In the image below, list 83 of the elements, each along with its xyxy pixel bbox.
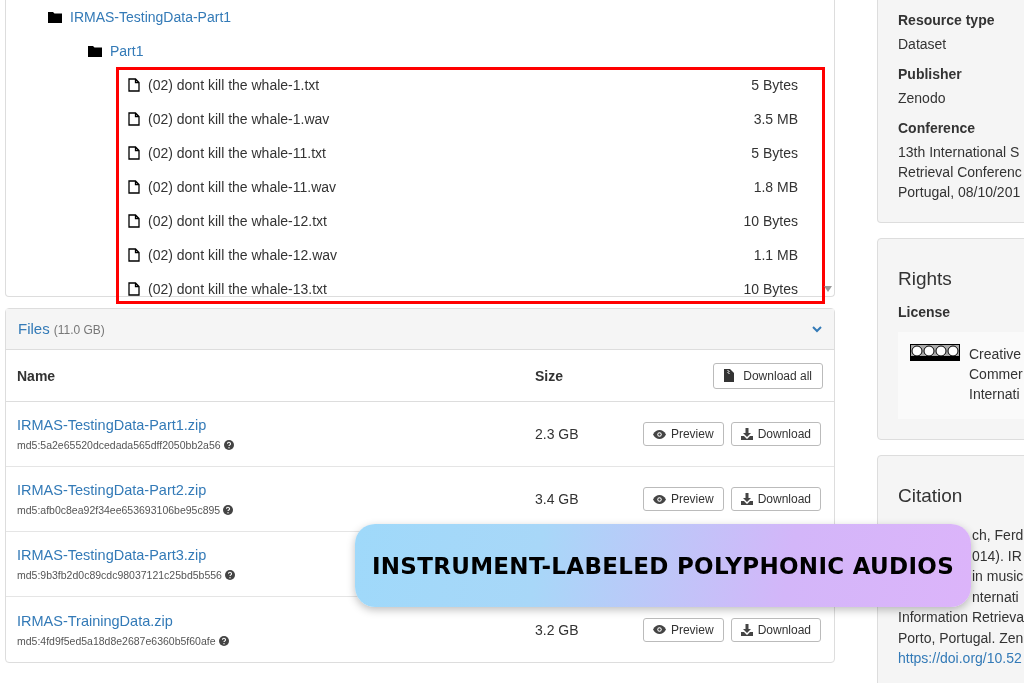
file-link[interactable]: IRMAS-TrainingData.zip [17,612,173,629]
download-button[interactable]: Download [730,617,821,642]
help-icon[interactable] [223,440,234,450]
file-icon [128,146,140,160]
file-icon [128,282,140,296]
folder-icon [88,45,102,57]
detail-value: Dataset [898,35,948,54]
download-icon [740,623,753,636]
folder-icon [48,11,62,23]
eye-icon [652,625,666,634]
chevron-icon[interactable] [812,325,822,333]
file-size: 1.8 MB [753,179,798,195]
doi-link[interactable]: https://doi.org/10.52 [898,650,1022,666]
files-title[interactable]: Files [18,320,50,337]
file-size: 1.1 MB [753,247,798,263]
file-icon [724,369,735,382]
file-size: 10 Bytes [743,213,798,229]
folder-link[interactable]: IRMAS-TestingData-Part1 [70,9,232,25]
file-icon [128,248,140,262]
file-size: 3.2 GB [535,621,579,638]
md5-checksum: md5:9b3fb2d0c89cdc98037121c25bd5b556 [17,569,222,581]
detail-value: Zenodo [898,89,947,108]
file-icon [128,214,140,228]
file-icon [128,180,140,194]
citation-title: Citation [898,485,964,507]
file-name: (02) dont kill the whale-11.wav [148,179,338,195]
file-name: (02) dont kill the whale-12.txt [148,213,328,229]
detail-label: Conference [898,119,977,138]
file-size: 3.4 GB [535,491,579,507]
help-icon[interactable] [218,635,229,646]
file-link[interactable]: IRMAS-TestingData-Part1.zip [17,417,207,433]
download-all-button[interactable]: Download all [713,362,823,389]
download-button[interactable]: Download [730,422,821,446]
file-link[interactable]: IRMAS-TestingData-Part2.zip [17,482,207,498]
files-header[interactable]: Files (11.0 GB) [6,309,834,350]
citation-text: nternati [971,587,1020,607]
file-size: 10 Bytes [743,281,798,297]
detail-label: Resource type [898,11,996,30]
license-text: Commer [969,365,1023,384]
download-icon [740,493,753,505]
download-button[interactable]: Download [730,487,821,511]
file-icon [128,112,140,126]
detail-value: Portugal, 08/10/201 [898,183,1022,202]
file-name: (02) dont kill the whale-1.txt [148,77,321,93]
md5-checksum: md5:afb0c8ea92f34ee653693106be95c895 [17,504,221,516]
file-name: (02) dont kill the whale-1.wav [148,111,331,127]
citation-text: in music [971,567,1024,586]
license-text: Creative [969,345,1023,364]
md5-checksum: md5:5a2e65520dcedada565dff2050bb2a56 [17,439,221,451]
file-name: (02) dont kill the whale-11.txt [148,145,327,161]
md5-checksum: md5:4fd9f5ed5a18d8e2687e6360b5f60afe [17,634,216,647]
column-header: Name [17,367,57,384]
preview-button[interactable]: Preview [642,487,724,511]
file-link[interactable]: IRMAS-TestingData-Part3.zip [17,547,207,563]
rights-title: Rights [898,268,953,290]
citation-text: Information Retrieva [898,608,1024,627]
license-label: License [898,303,952,322]
resize-handle-icon[interactable] [824,286,832,292]
download-icon [740,428,753,440]
file-icon [128,78,140,92]
file-size: 3.5 MB [753,111,798,127]
caption-text: INSTRUMENT-LABELED POLYPHONIC AUDIOS [371,552,955,579]
eye-icon [652,494,666,504]
preview-button[interactable]: Preview [642,422,724,446]
license-text: Internati [969,385,1021,404]
eye-icon [652,429,666,439]
file-name: (02) dont kill the whale-13.txt [148,281,328,297]
citation-text: Porto, Portugal. Zen [898,628,1024,648]
file-size: 5 Bytes [751,145,798,161]
file-size: 5 Bytes [751,77,798,93]
citation-text: ch, Ferd [971,526,1024,545]
help-icon[interactable] [223,505,234,515]
preview-button[interactable]: Preview [642,617,724,642]
files-total: (11.0 GB) [53,323,105,337]
folder-link[interactable]: Part1 [110,43,144,59]
column-header: Size [535,367,564,384]
help-icon[interactable] [224,570,235,580]
file-size: 2.3 GB [535,426,579,442]
detail-value: 13th International S [898,143,1021,162]
file-name: (02) dont kill the whale-12.wav [148,247,339,263]
license-badge-icon [910,344,960,361]
detail-label: Publisher [898,65,963,84]
detail-value: Retrieval Conferenc [898,163,1023,182]
